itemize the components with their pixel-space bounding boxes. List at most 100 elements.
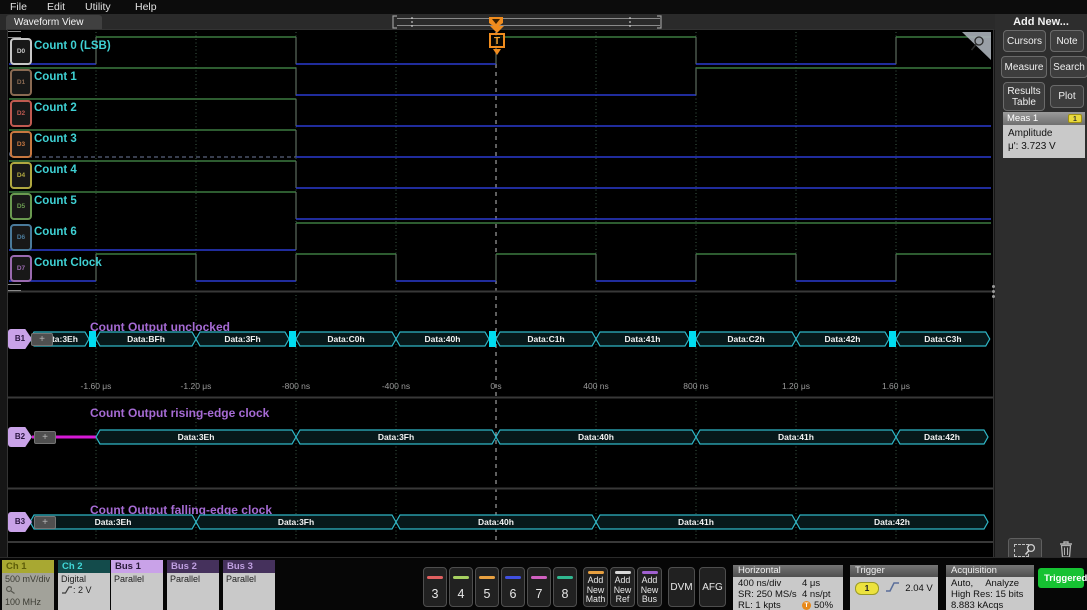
bus2-type: Parallel (170, 574, 216, 585)
menu-help[interactable]: Help (135, 1, 157, 13)
bus-segment-label: Data:3Fh (378, 432, 414, 442)
trigger-rising-edge-icon (885, 581, 900, 593)
digital-channel-badge-D7[interactable]: D7 (10, 255, 32, 282)
bus-grabber-handle[interactable]: + (34, 431, 56, 444)
plot-button[interactable]: Plot (1050, 85, 1084, 108)
bus-segment-label: Data:40h (478, 517, 514, 527)
bus-grabber-handle[interactable]: + (31, 333, 53, 346)
meas1-source-badge: 1 (1068, 114, 1082, 123)
bus-segment-label: Data:3Eh (178, 432, 215, 442)
digital-channel-label-D1[interactable]: Count 1 (34, 71, 77, 83)
triggered-indicator: Triggered (1038, 568, 1084, 588)
add-new-title: Add New... (995, 16, 1087, 28)
digital-channel-label-D6[interactable]: Count 6 (34, 226, 77, 238)
digital-waveform-D7 (9, 254, 991, 281)
bus-segment-label: Data:3Fh (278, 517, 314, 527)
meas1-name: Meas 1 (1007, 113, 1038, 124)
tab-waveform-view[interactable]: Waveform View (6, 15, 102, 30)
view-divider (8, 291, 993, 293)
channel-button-5[interactable]: 5 (475, 567, 499, 607)
axis-tick-label: 1.60 μs (882, 381, 910, 391)
channel-button-7[interactable]: 7 (527, 567, 551, 607)
digital-channel-badge-D5[interactable]: D5 (10, 193, 32, 220)
dvm-button[interactable]: DVM (668, 567, 695, 607)
channel-color-stripe (505, 576, 521, 579)
add-new-ref-button[interactable]: Add New Ref (610, 567, 635, 607)
bus1-type: Parallel (114, 574, 160, 585)
channel-button-4[interactable]: 4 (449, 567, 473, 607)
digital-channel-badge-D6[interactable]: D6 (10, 224, 32, 251)
ch1-badge[interactable]: Ch 1 500 mV/div 100 MHz (2, 560, 54, 610)
digital-group-handle-top[interactable] (8, 31, 21, 38)
add-new-math-button[interactable]: Add New Math (583, 567, 608, 607)
meas1-value: μ': 3.723 V (1008, 140, 1080, 153)
channel-color-stripe (531, 576, 547, 579)
menu-utility[interactable]: Utility (85, 1, 111, 13)
menu-file[interactable]: File (10, 1, 27, 13)
bus-segment-label: Data:40h (425, 334, 461, 344)
bus2-badge[interactable]: Bus 2 Parallel (167, 560, 219, 610)
bus1-badge[interactable]: Bus 1 Parallel (111, 560, 163, 610)
trigger-panel[interactable]: Trigger 1 2.04 V (850, 565, 938, 610)
digital-waveform-D2 (9, 99, 991, 126)
bus-segment-label: Data:42h (924, 432, 960, 442)
meas1-card[interactable]: Meas 1 1 Amplitude μ': 3.723 V (1003, 112, 1085, 158)
digital-group-handle-bottom[interactable] (8, 284, 21, 291)
add-new-bus-button[interactable]: Add New Bus (637, 567, 662, 607)
channel-button-6[interactable]: 6 (501, 567, 525, 607)
search-button[interactable]: Search (1050, 56, 1087, 78)
digital-channel-label-D4[interactable]: Count 4 (34, 164, 77, 176)
digital-channel-badge-D3[interactable]: D3 (10, 131, 32, 158)
digital-channel-label-D7[interactable]: Count Clock (34, 257, 102, 269)
trigger-marker-arrow-icon[interactable] (490, 26, 504, 33)
trigger-level: 2.04 V (905, 583, 932, 594)
digital-channel-label-D3[interactable]: Count 3 (34, 133, 77, 145)
digital-channel-badge-D1[interactable]: D1 (10, 69, 32, 96)
ch2-badge[interactable]: Ch 2 Digital : 2 V (58, 560, 110, 610)
digital-channel-label-D5[interactable]: Count 5 (34, 195, 77, 207)
channel-button-3[interactable]: 3 (423, 567, 447, 607)
bus-transition-block (689, 331, 696, 347)
horizontal-title: Horizontal (733, 565, 843, 577)
horizontal-samplerate: SR: 250 MS/s (738, 589, 802, 600)
horizontal-panel[interactable]: Horizontal 400 ns/div4 μs SR: 250 MS/s4 … (733, 565, 843, 610)
bus3-badge[interactable]: Bus 3 Parallel (223, 560, 275, 610)
trigger-flag[interactable]: T (489, 33, 505, 48)
bus-transition-block (89, 331, 96, 347)
cursors-button[interactable]: Cursors (1003, 30, 1046, 52)
acquisition-count: 8.883 kAcqs (951, 600, 1029, 610)
digital-channel-badge-D2[interactable]: D2 (10, 100, 32, 127)
ch2-name: Ch 2 (58, 560, 110, 573)
note-button[interactable]: Note (1050, 30, 1084, 52)
acquisition-resolution: High Res: 15 bits (951, 589, 1029, 600)
digital-channel-label-D2[interactable]: Count 2 (34, 102, 77, 114)
digital-channel-label-D0[interactable]: Count 0 (LSB) (34, 40, 111, 52)
measure-button[interactable]: Measure (1001, 56, 1047, 78)
channel-color-stripe (479, 576, 495, 579)
menu-edit[interactable]: Edit (47, 1, 65, 13)
afg-button[interactable]: AFG (699, 567, 726, 607)
axis-tick-label: 400 ns (583, 381, 609, 391)
trigger-marker-stem-icon (493, 49, 501, 55)
channel-button-8[interactable]: 8 (553, 567, 577, 607)
acquisition-panel[interactable]: Acquisition Auto,Analyze High Res: 15 bi… (946, 565, 1034, 610)
results-table-button[interactable]: Results Table (1003, 82, 1045, 111)
axis-tick-label: -1.60 μs (81, 381, 112, 391)
bus-grabber-handle[interactable]: + (34, 516, 56, 529)
magnifier-icon (1023, 543, 1037, 557)
bus-title-B2: Count Output rising-edge clock (90, 406, 270, 420)
horizontal-window: 4 μs (802, 578, 820, 589)
acquisition-title: Acquisition (946, 565, 1034, 577)
add-new-color-stripe (615, 571, 631, 574)
digital-channel-badge-D0[interactable]: D0 (10, 38, 32, 65)
trigger-title: Trigger (850, 565, 938, 577)
bus-segment-label: Data:40h (578, 432, 614, 442)
bus-segment-label: Data:41h (625, 334, 661, 344)
digital-channel-badge-D4[interactable]: D4 (10, 162, 32, 189)
acquisition-overview-ruler[interactable] (388, 15, 668, 29)
bus-segment-label: Data:41h (778, 432, 814, 442)
bus3-name: Bus 3 (223, 560, 275, 573)
view-divider (8, 397, 993, 399)
axis-tick-label: 800 ns (683, 381, 709, 391)
waveform-canvas[interactable]: Count Output unclockedData:3EhData:BFhDa… (8, 30, 993, 557)
